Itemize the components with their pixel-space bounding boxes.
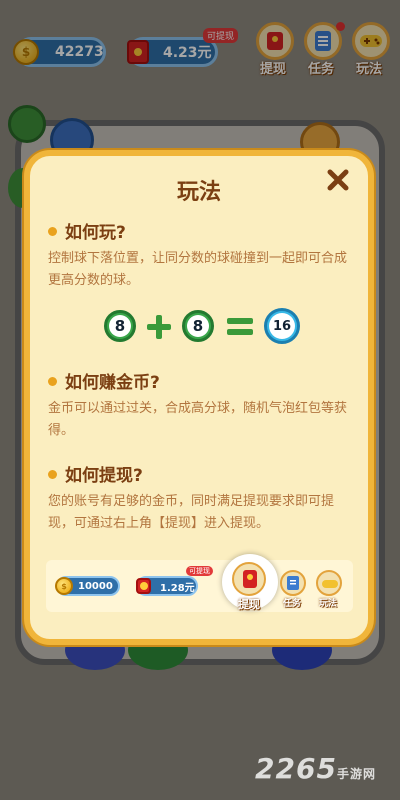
red-envelope-icon [243, 570, 257, 588]
gamepad-icon [322, 580, 338, 588]
ball-8-right: 8 [182, 310, 214, 342]
ball-16: 16 [264, 308, 300, 344]
section-heading-earn-coins: 如何赚金币? [48, 368, 160, 393]
equals-icon [227, 318, 253, 335]
section-heading-how-to-play: 如何玩? [48, 218, 126, 243]
preview-cash-balance: 1.28元 [136, 576, 198, 596]
preview-task-label: 任务 [283, 599, 302, 609]
task-list-icon [287, 576, 299, 590]
bullet-dot [48, 376, 57, 386]
watermark: 2265手游网 [255, 752, 376, 785]
bullet-dot [48, 469, 57, 479]
preview-play-button [316, 570, 342, 596]
preview-withdraw-button [232, 562, 266, 596]
preview-play-label: 玩法 [319, 599, 338, 609]
section-heading-withdraw: 如何提现? [48, 461, 143, 486]
red-envelope-icon [136, 578, 151, 594]
section-text-earn-coins: 金币可以通过过关，合成高分球，随机气泡红包等获得。 [48, 401, 348, 438]
preview-withdrawable-badge: 可提现 [186, 566, 213, 576]
preview-withdraw-label: 提现 [238, 598, 260, 611]
dialog-title: 玩法 [176, 180, 221, 205]
plus-icon [147, 315, 171, 339]
topbar-preview: $ 10000 1.28元 可提现 提现 任务 玩法 [46, 554, 353, 612]
preview-task-button [280, 570, 306, 596]
close-icon[interactable] [326, 168, 350, 192]
coin-icon: $ [55, 577, 73, 595]
preview-coin-balance: $ 10000 [55, 576, 120, 596]
bullet-dot [48, 226, 57, 236]
ball-8-left: 8 [104, 310, 136, 342]
section-text-withdraw: 您的账号有足够的金币，同时满足提现要求即可提现，可通过右上角【提现】进入提现。 [48, 494, 335, 531]
section-text-how-to-play: 控制球下落位置，让同分数的球碰撞到一起即可合成更高分数的球。 [48, 251, 348, 288]
how-to-play-dialog: 玩法 如何玩? 控制球下落位置，让同分数的球碰撞到一起即可合成更高分数的球。 8… [24, 150, 374, 645]
